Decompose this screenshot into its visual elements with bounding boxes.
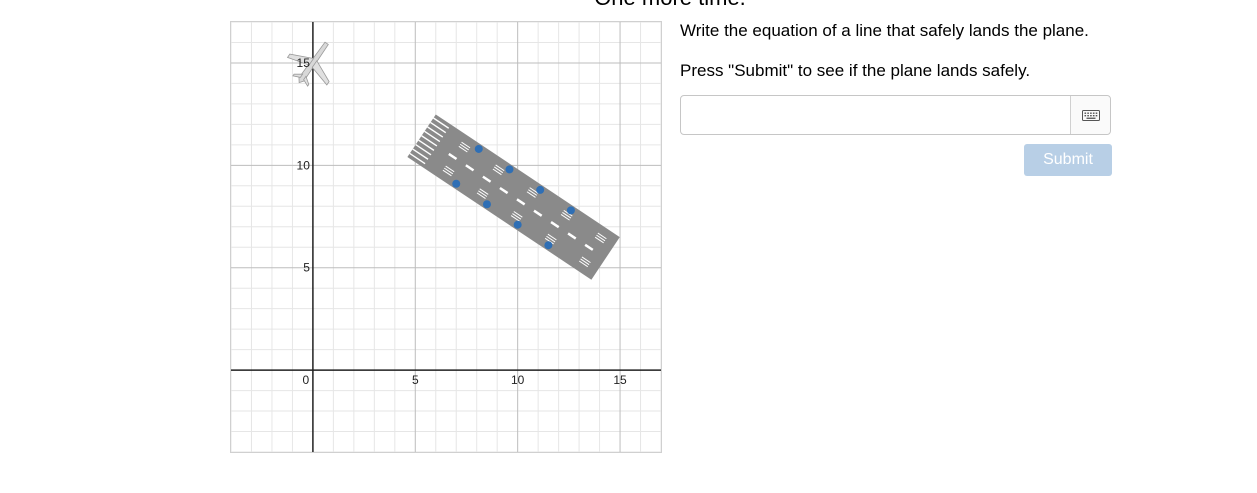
x-tick-label: 0 [303, 373, 310, 387]
page-heading: One more time. [0, 0, 1257, 11]
answer-field[interactable] [680, 95, 1111, 135]
instructions: Write the equation of a line that safely… [680, 21, 1200, 81]
submit-button[interactable]: Submit [1024, 144, 1112, 176]
runway-point [482, 200, 491, 209]
y-tick-label: 10 [297, 158, 311, 172]
runway-strip [407, 114, 620, 280]
y-tick-label: 5 [303, 261, 310, 275]
runway-point [452, 179, 461, 188]
runway-point [513, 220, 522, 229]
runway-point [474, 144, 483, 153]
keyboard-icon [1081, 109, 1100, 121]
runway-point [566, 206, 575, 215]
keyboard-button[interactable] [1070, 96, 1110, 134]
instruction-line: Press "Submit" to see if the plane lands… [680, 61, 1031, 80]
runway-point [536, 185, 545, 194]
x-tick-label: 5 [412, 373, 419, 387]
instruction-line: Write the equation of a line that safely… [680, 21, 1089, 40]
coordinate-graph[interactable]: 0 5 10 15 5 10 15 [231, 22, 661, 452]
runway-point [505, 165, 514, 174]
runway-point [544, 241, 553, 250]
runway [407, 114, 620, 280]
y-tick-label: 15 [297, 56, 311, 70]
x-tick-label: 15 [613, 373, 627, 387]
graph-panel[interactable]: 0 5 10 15 5 10 15 [230, 21, 662, 453]
equation-input[interactable] [681, 96, 1071, 134]
x-tick-label: 10 [511, 373, 525, 387]
